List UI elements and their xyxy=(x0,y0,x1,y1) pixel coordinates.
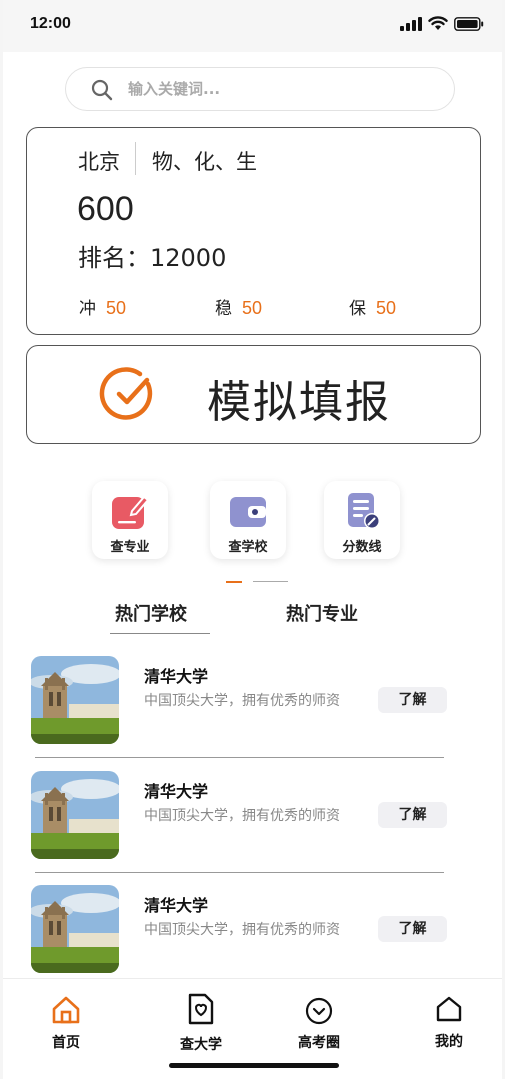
tier-count: 50 xyxy=(376,298,397,318)
rank-label: 排名：12000 xyxy=(78,244,227,272)
search-icon xyxy=(91,79,113,101)
search-input[interactable] xyxy=(128,68,428,110)
quick-action-score-line[interactable]: 分数线 xyxy=(324,481,400,559)
nav-item-profile[interactable]: 我的 xyxy=(399,979,499,1059)
content-tabs: 热门学校 热门专业 xyxy=(3,600,502,640)
nav-label: 高考圈 xyxy=(298,1035,340,1051)
simulate-button[interactable]: 模拟填报 xyxy=(26,345,481,444)
status-time: 12:00 xyxy=(30,15,71,32)
simulate-label: 模拟填报 xyxy=(207,377,391,428)
page-indicator xyxy=(253,581,288,582)
tab-underline xyxy=(110,633,210,634)
school-image xyxy=(31,771,119,859)
tier-label: 稳 xyxy=(215,299,232,319)
tier-reach[interactable]: 冲 50 xyxy=(79,294,126,319)
score-card[interactable]: 北京 物、化、生 600 排名：12000 冲 50 稳 50 保 50 xyxy=(26,127,481,335)
score-value: 600 xyxy=(77,190,134,228)
learn-more-button[interactable]: 了解 xyxy=(378,802,447,828)
nav-item-find-university[interactable]: 查大学 xyxy=(151,979,251,1059)
phone-screen: 12:00 北京 xyxy=(3,0,502,1079)
home-indicator xyxy=(169,1063,339,1068)
province-label[interactable]: 北京 xyxy=(78,146,120,176)
quick-action-label: 查专业 xyxy=(110,540,150,555)
nav-label: 查大学 xyxy=(180,1037,222,1053)
quick-action-label: 分数线 xyxy=(342,540,382,555)
tier-match[interactable]: 稳 50 xyxy=(215,294,262,319)
tier-label: 冲 xyxy=(79,299,96,319)
school-image xyxy=(31,885,119,973)
learn-more-button[interactable]: 了解 xyxy=(378,916,447,942)
school-name: 清华大学 xyxy=(144,896,209,915)
tier-count: 50 xyxy=(106,298,127,318)
school-list-item[interactable]: 清华大学 中国顶尖大学，拥有优秀的师资 了解 xyxy=(3,885,502,985)
school-search-icon xyxy=(188,993,214,1025)
subjects-label[interactable]: 物、化、生 xyxy=(152,146,257,176)
circle-chevron-icon xyxy=(305,997,333,1025)
learn-more-button[interactable]: 了解 xyxy=(378,687,447,713)
tier-safe[interactable]: 保 50 xyxy=(349,294,396,319)
tab-hot-majors[interactable]: 热门专业 xyxy=(286,600,358,626)
home-icon xyxy=(52,996,80,1024)
page-indicator-active xyxy=(226,581,242,583)
battery-icon xyxy=(454,16,484,31)
nav-item-home[interactable]: 首页 xyxy=(16,979,116,1059)
signal-icon xyxy=(400,16,422,31)
list-divider xyxy=(35,872,444,873)
profile-home-icon xyxy=(436,996,462,1022)
tier-label: 保 xyxy=(349,299,366,319)
school-name: 清华大学 xyxy=(144,667,209,686)
school-name: 清华大学 xyxy=(144,782,209,801)
status-icons xyxy=(400,16,484,31)
nav-label: 我的 xyxy=(435,1034,463,1050)
nav-item-gaokao-circle[interactable]: 高考圈 xyxy=(269,979,369,1059)
list-divider xyxy=(35,757,444,758)
school-image xyxy=(31,656,119,744)
edit-icon xyxy=(112,495,150,529)
search-bar[interactable] xyxy=(65,67,455,111)
check-circle-icon xyxy=(99,367,153,420)
quick-action-label: 查学校 xyxy=(228,540,268,555)
tab-hot-schools[interactable]: 热门学校 xyxy=(115,600,187,626)
document-edit-icon xyxy=(348,493,380,529)
school-list-item[interactable]: 清华大学 中国顶尖大学，拥有优秀的师资 了解 xyxy=(3,656,502,758)
wifi-icon xyxy=(428,16,448,30)
school-description: 中国顶尖大学，拥有优秀的师资 xyxy=(144,922,340,938)
card-divider xyxy=(135,142,136,175)
wallet-icon xyxy=(230,497,266,527)
quick-action-major[interactable]: 查专业 xyxy=(92,481,168,559)
school-list-item[interactable]: 清华大学 中国顶尖大学，拥有优秀的师资 了解 xyxy=(3,771,502,873)
tier-count: 50 xyxy=(242,298,263,318)
status-bar: 12:00 xyxy=(3,0,502,52)
nav-label: 首页 xyxy=(52,1035,80,1051)
school-description: 中国顶尖大学，拥有优秀的师资 xyxy=(144,693,340,709)
school-description: 中国顶尖大学，拥有优秀的师资 xyxy=(144,808,340,824)
quick-action-school[interactable]: 查学校 xyxy=(210,481,286,559)
